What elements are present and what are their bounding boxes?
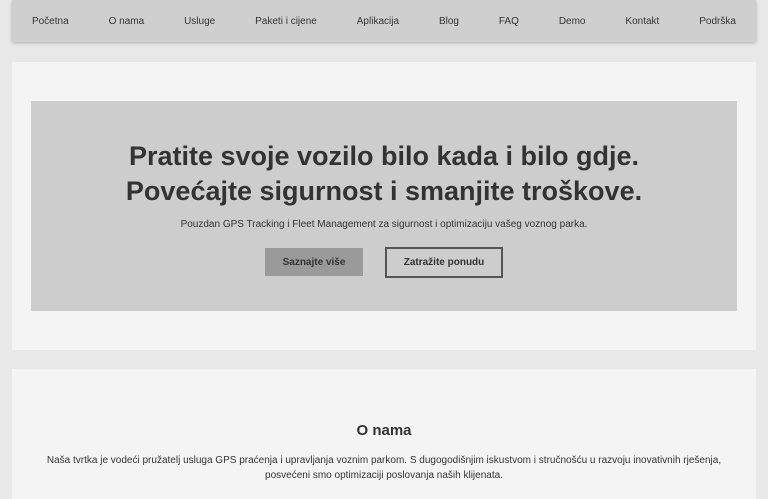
hero-banner: Pratite svoje vozilo bilo kada i bilo gd… xyxy=(31,101,737,311)
nav-item-o-nama[interactable]: O nama xyxy=(103,12,151,31)
nav-item-aplikacija[interactable]: Aplikacija xyxy=(351,12,405,31)
nav-item-demo[interactable]: Demo xyxy=(553,12,592,31)
hero-section: Pratite svoje vozilo bilo kada i bilo gd… xyxy=(12,62,756,350)
about-title: O nama xyxy=(356,422,412,439)
about-text: Naša tvrtka je vodeći pružatelj usluga G… xyxy=(46,455,722,481)
top-navigation: Početna O nama Usluge Paketi i cijene Ap… xyxy=(12,0,756,42)
learn-more-button[interactable]: Saznajte više xyxy=(265,248,363,276)
nav-item-faq[interactable]: FAQ xyxy=(493,12,525,31)
hero-title-line-2: Povećajte sigurnost i smanjite troškove. xyxy=(125,176,643,206)
hero-title-line-1: Pratite svoje vozilo bilo kada i bilo gd… xyxy=(128,141,640,171)
nav-item-kontakt[interactable]: Kontakt xyxy=(619,12,665,31)
hero-title: Pratite svoje vozilo bilo kada i bilo gd… xyxy=(31,101,737,209)
hero-subtitle: Pouzdan GPS Tracking i Fleet Management … xyxy=(180,219,588,230)
request-quote-button[interactable]: Zatražite ponudu xyxy=(385,247,503,278)
nav-item-pocetna[interactable]: Početna xyxy=(26,12,75,31)
nav-item-blog[interactable]: Blog xyxy=(433,12,465,31)
nav-item-paketi-i-cijene[interactable]: Paketi i cijene xyxy=(249,12,323,31)
nav-item-usluge[interactable]: Usluge xyxy=(178,12,221,31)
hero-button-group: Saznajte više Zatražite ponudu xyxy=(31,247,737,278)
nav-item-podrska[interactable]: Podrška xyxy=(693,12,742,31)
